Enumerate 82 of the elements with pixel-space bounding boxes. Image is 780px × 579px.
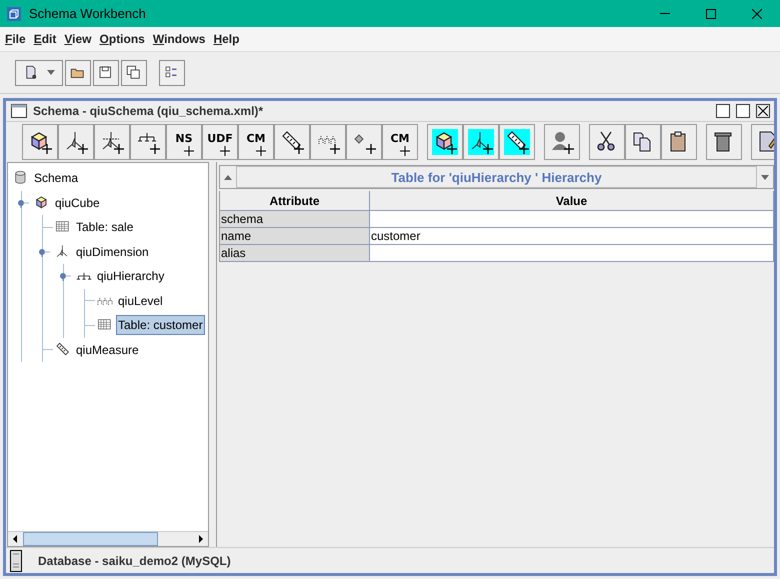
close-icon	[752, 8, 762, 18]
window-icon	[11, 104, 27, 118]
document-title: Schema - qiuSchema (qiu_schema.xml)*	[33, 103, 264, 120]
dropdown-caret-icon	[47, 70, 55, 75]
tree-item[interactable]: Schema	[32, 168, 80, 188]
toolbar-button[interactable]: CM	[238, 124, 274, 160]
up-arrow-icon	[224, 174, 232, 180]
toolbar-button[interactable]	[22, 124, 58, 160]
server-icon	[10, 550, 22, 572]
person-icon	[550, 130, 574, 154]
expand-handle-icon[interactable]	[39, 246, 50, 257]
restore-button[interactable]	[736, 104, 750, 118]
tree-item[interactable]: Table: customer	[116, 315, 205, 336]
restore-button[interactable]	[716, 104, 730, 118]
attribute-cell: alias	[220, 245, 370, 262]
menu-item[interactable]: Edit	[30, 30, 60, 48]
minimize-icon	[660, 12, 670, 14]
plus-icon	[220, 146, 230, 156]
cube-icon	[28, 130, 52, 154]
value-cell[interactable]: customer	[370, 228, 774, 245]
toolbar-button[interactable]	[130, 124, 166, 160]
tree-item[interactable]: qiuHierarchy	[95, 266, 166, 286]
ruler-icon	[505, 130, 529, 154]
column-header[interactable]: Value	[370, 191, 774, 211]
axes-icon	[64, 130, 88, 154]
toolbar-button[interactable]	[625, 124, 661, 160]
app-cube-icon	[6, 6, 22, 22]
toolbar-button[interactable]	[427, 124, 463, 160]
toolbar-button[interactable]	[310, 124, 346, 160]
menu-item[interactable]: Options	[96, 30, 149, 48]
value-cell[interactable]	[370, 211, 774, 228]
menu-item[interactable]: Help	[209, 30, 244, 48]
plus-icon	[256, 146, 266, 156]
hierarchy-icon	[136, 130, 160, 154]
toolbar-button[interactable]	[94, 124, 130, 160]
caret-icon	[761, 174, 769, 180]
toolbar-button[interactable]	[706, 124, 742, 160]
toolbar-button[interactable]: NS	[166, 124, 202, 160]
expand-handle-icon[interactable]	[60, 271, 71, 282]
ruler-icon	[280, 130, 304, 154]
toolbar-button[interactable]	[65, 60, 91, 86]
attribute-cell: name	[220, 228, 370, 245]
column-header[interactable]: Attribute	[220, 191, 370, 211]
edit-icon	[757, 130, 774, 154]
menu-item[interactable]: Windows	[148, 30, 210, 48]
toolbar-button[interactable]	[121, 60, 147, 86]
window-title: Schema Workbench	[29, 4, 146, 23]
axes-icon	[100, 130, 124, 154]
close-button[interactable]	[756, 104, 770, 118]
axes-icon	[469, 130, 493, 154]
expand-handle-icon[interactable]	[18, 198, 29, 208]
plus-icon	[400, 146, 410, 156]
menu-item[interactable]: File	[1, 30, 30, 48]
toolbar-button[interactable]	[58, 124, 94, 160]
close-icon	[758, 106, 768, 116]
attribute-cell: schema	[220, 211, 370, 228]
maximize-icon	[706, 8, 716, 18]
toolbar-button[interactable]	[589, 124, 625, 160]
toolbar-button[interactable]: UDF	[202, 124, 238, 160]
hierarchy-icon	[76, 272, 92, 280]
cube-icon	[433, 130, 457, 154]
toolbar-button[interactable]	[15, 60, 63, 86]
tree-item[interactable]: qiuDimension	[74, 242, 151, 262]
tree-item[interactable]: qiuMeasure	[74, 340, 141, 360]
toolbar-button[interactable]	[346, 124, 382, 160]
tree-item[interactable]: qiuLevel	[116, 290, 165, 311]
status-text: Database - saiku_demo2 (MySQL)	[38, 552, 231, 570]
properties-title: Table for 'qiuHierarchy ' Hierarchy	[236, 166, 757, 188]
toolbar-button[interactable]	[661, 124, 697, 160]
toolbar-button[interactable]	[499, 124, 535, 160]
horizontal-scrollbar[interactable]	[8, 531, 208, 546]
toolbar-button[interactable]	[463, 124, 499, 160]
tree-item[interactable]: Table: sale	[74, 217, 136, 238]
toolbar-button[interactable]	[93, 60, 119, 86]
level-icon	[97, 296, 113, 306]
toolbar-button[interactable]: CM	[382, 124, 418, 160]
plus-icon	[184, 146, 194, 156]
tree-item[interactable]: qiuCube	[53, 192, 102, 213]
menu-item[interactable]: View	[60, 30, 96, 48]
toolbar-button[interactable]	[274, 124, 310, 160]
ruler-icon	[55, 342, 71, 358]
value-cell[interactable]	[370, 245, 774, 262]
